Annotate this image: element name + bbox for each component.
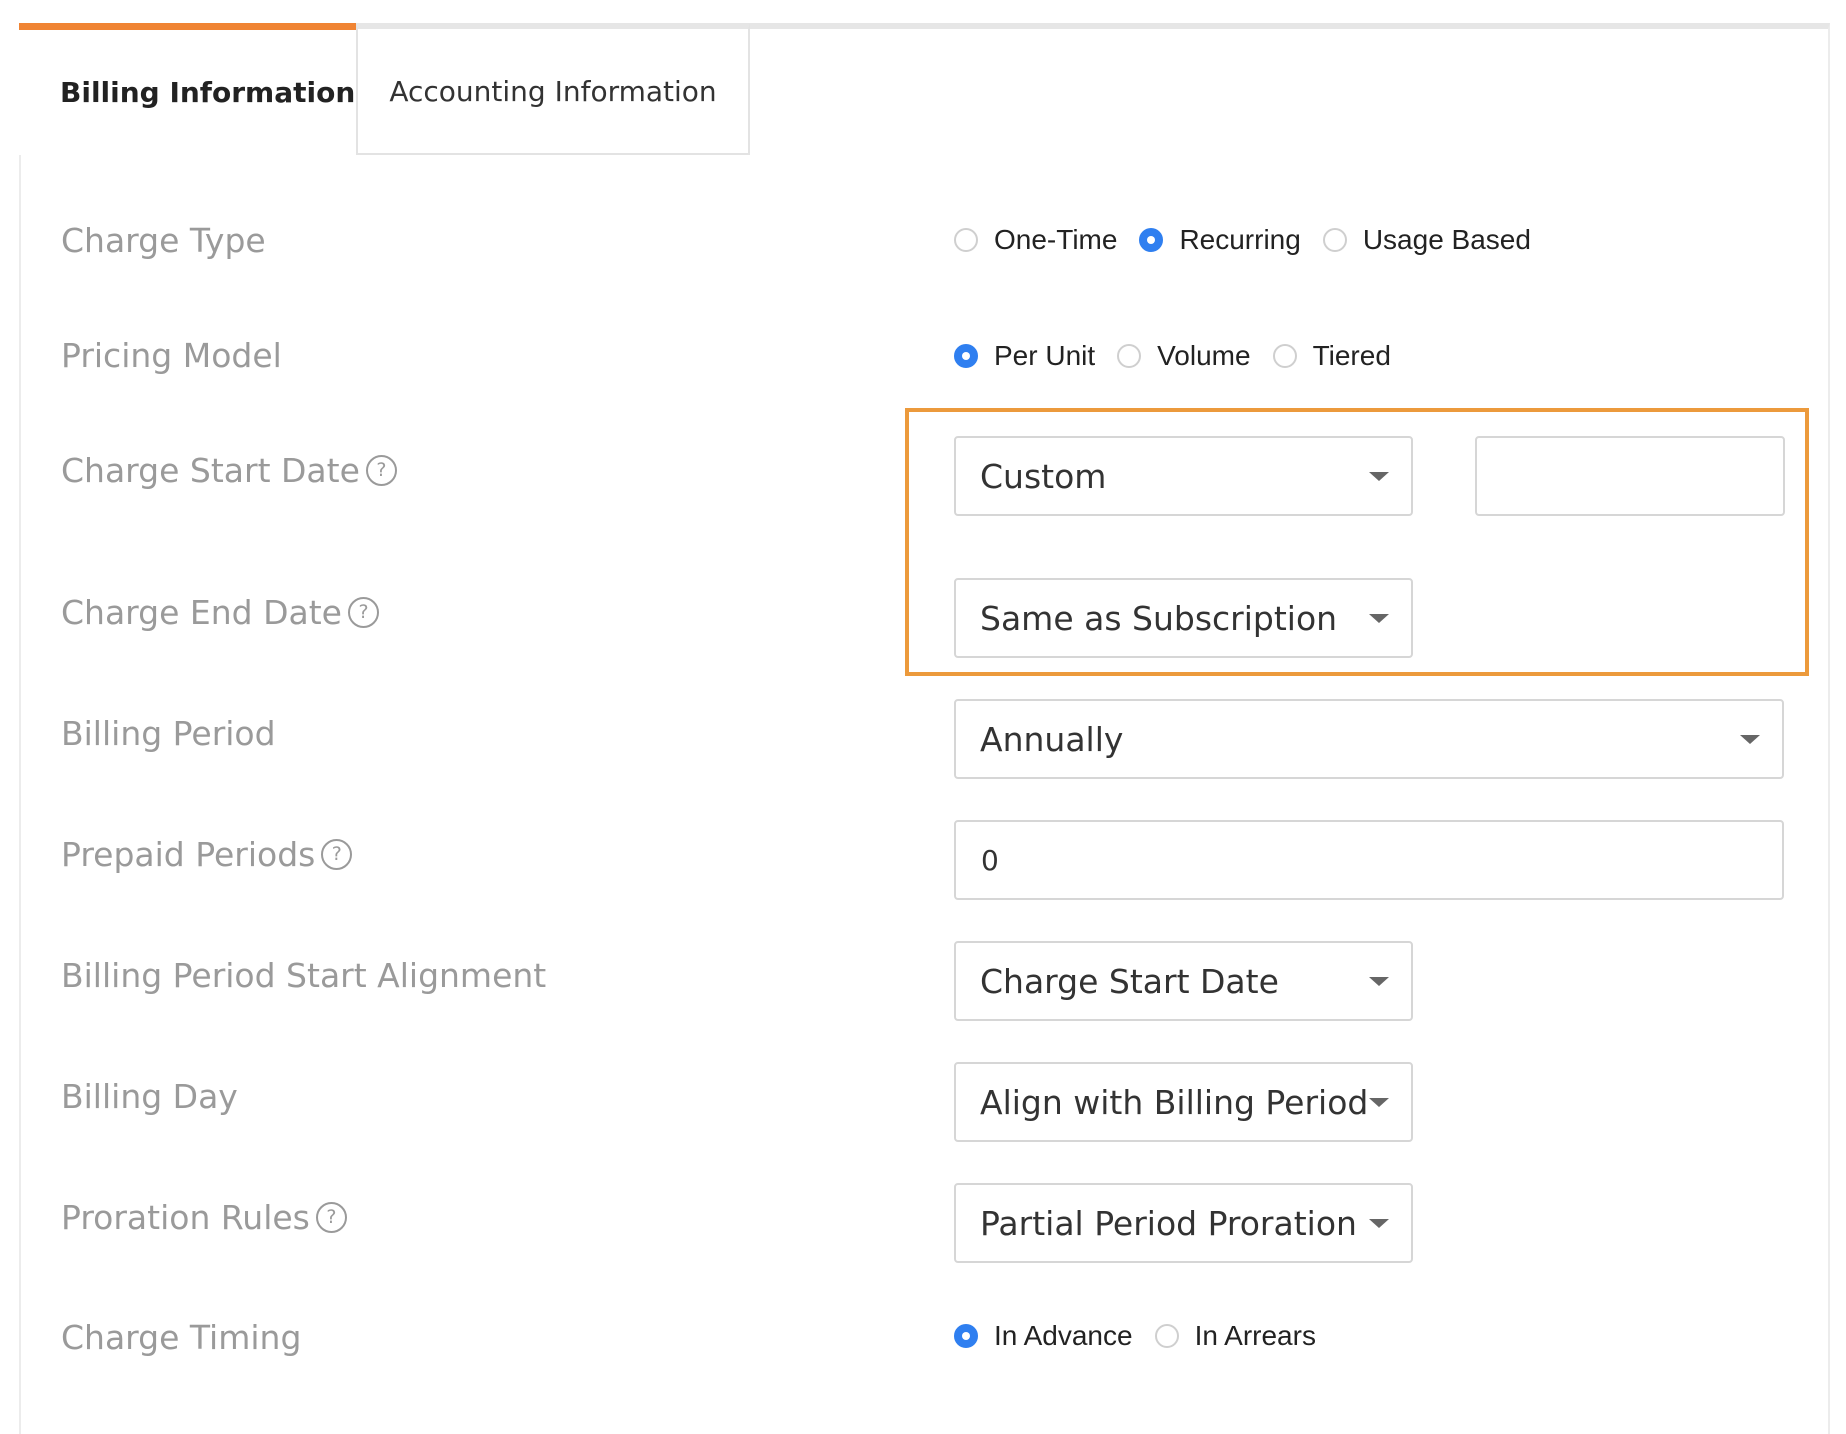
radio-label: Per Unit: [994, 340, 1096, 371]
billing-day-select-value: Align with Billing Period: [980, 1082, 1369, 1122]
pricing-model-option-per-unit[interactable]: Per Unit: [954, 340, 1095, 372]
charge-start-date-label-text: Charge Start Date: [61, 450, 360, 490]
radio-label: In Advance: [994, 1320, 1133, 1351]
help-icon[interactable]: ?: [347, 596, 379, 628]
charge-start-date-select[interactable]: Custom: [954, 436, 1413, 516]
chevron-down-icon: [1369, 614, 1389, 623]
radio-button-checked[interactable]: [954, 1324, 978, 1348]
help-icon[interactable]: ?: [365, 454, 397, 486]
prepaid-periods-input[interactable]: [954, 820, 1784, 900]
chevron-down-icon: [1369, 472, 1389, 481]
charge-timing-radio-group: In Advance In Arrears: [954, 1320, 1338, 1352]
chevron-down-icon: [1369, 1098, 1389, 1107]
radio-label: In Arrears: [1194, 1320, 1316, 1351]
radio-button[interactable]: [954, 228, 978, 252]
tab-accounting-information[interactable]: Accounting Information: [356, 23, 750, 155]
billing-day-label: Billing Day: [61, 1074, 238, 1118]
billing-period-label-text: Billing Period: [61, 713, 276, 753]
billing-period-select-value: Annually: [980, 719, 1124, 759]
radio-button[interactable]: [1322, 228, 1347, 252]
tab-billing-information[interactable]: Billing Information: [19, 23, 356, 155]
billing-day-label-text: Billing Day: [61, 1076, 238, 1116]
radio-label: Usage Based: [1362, 224, 1531, 255]
billing-period-start-alignment-label: Billing Period Start Alignment: [61, 953, 546, 997]
proration-rules-label-text: Proration Rules: [61, 1197, 310, 1237]
charge-type-label-text: Charge Type: [61, 220, 266, 260]
charge-end-date-label: Charge End Date ?: [61, 590, 379, 634]
help-icon[interactable]: ?: [321, 838, 353, 870]
radio-label: Recurring: [1179, 224, 1301, 255]
radio-label: Volume: [1157, 340, 1251, 371]
radio-button-checked[interactable]: [1139, 228, 1164, 252]
charge-start-date-label: Charge Start Date ?: [61, 448, 397, 492]
radio-label: Tiered: [1312, 340, 1391, 371]
radio-button-checked[interactable]: [954, 344, 978, 368]
radio-button[interactable]: [1154, 1324, 1179, 1348]
billing-period-start-alignment-select-value: Charge Start Date: [980, 961, 1279, 1001]
charge-start-date-input[interactable]: [1475, 436, 1785, 516]
proration-rules-select-value: Partial Period Proration: [980, 1203, 1357, 1243]
chevron-down-icon: [1369, 1219, 1389, 1228]
charge-end-date-select-value: Same as Subscription: [980, 598, 1338, 638]
proration-rules-label: Proration Rules ?: [61, 1195, 347, 1239]
chevron-down-icon: [1369, 977, 1389, 986]
charge-type-radio-group: One-Time Recurring Usage Based: [954, 224, 1553, 256]
proration-rules-select[interactable]: Partial Period Proration: [954, 1183, 1413, 1263]
charge-type-label: Charge Type: [61, 218, 266, 262]
billing-day-select[interactable]: Align with Billing Period: [954, 1062, 1413, 1142]
charge-type-option-usage-based[interactable]: Usage Based: [1322, 224, 1531, 256]
charge-end-date-label-text: Charge End Date: [61, 592, 342, 632]
prepaid-periods-label: Prepaid Periods ?: [61, 832, 353, 876]
pricing-model-radio-group: Per Unit Volume Tiered: [954, 340, 1413, 372]
billing-period-start-alignment-label-text: Billing Period Start Alignment: [61, 955, 547, 995]
charge-end-date-select[interactable]: Same as Subscription: [954, 578, 1413, 658]
charge-timing-option-in-arrears[interactable]: In Arrears: [1154, 1320, 1316, 1352]
charge-timing-option-in-advance[interactable]: In Advance: [954, 1320, 1133, 1352]
charge-start-date-select-value: Custom: [980, 456, 1107, 496]
help-icon[interactable]: ?: [315, 1201, 347, 1233]
prepaid-periods-label-text: Prepaid Periods: [61, 834, 316, 874]
pricing-model-option-tiered[interactable]: Tiered: [1272, 340, 1391, 372]
billing-period-select[interactable]: Annually: [954, 699, 1784, 779]
pricing-model-label: Pricing Model: [61, 333, 282, 377]
charge-timing-label-text: Charge Timing: [61, 1317, 302, 1357]
billing-period-start-alignment-select[interactable]: Charge Start Date: [954, 941, 1413, 1021]
pricing-model-label-text: Pricing Model: [61, 335, 282, 375]
radio-button[interactable]: [1117, 344, 1142, 368]
chevron-down-icon: [1740, 735, 1760, 744]
radio-label: One-Time: [994, 224, 1118, 255]
billing-period-label: Billing Period: [61, 711, 276, 755]
charge-type-option-one-time[interactable]: One-Time: [954, 224, 1117, 256]
pricing-model-option-volume[interactable]: Volume: [1117, 340, 1251, 372]
radio-button[interactable]: [1272, 344, 1297, 368]
charge-timing-label: Charge Timing: [61, 1315, 301, 1359]
charge-type-option-recurring[interactable]: Recurring: [1139, 224, 1301, 256]
